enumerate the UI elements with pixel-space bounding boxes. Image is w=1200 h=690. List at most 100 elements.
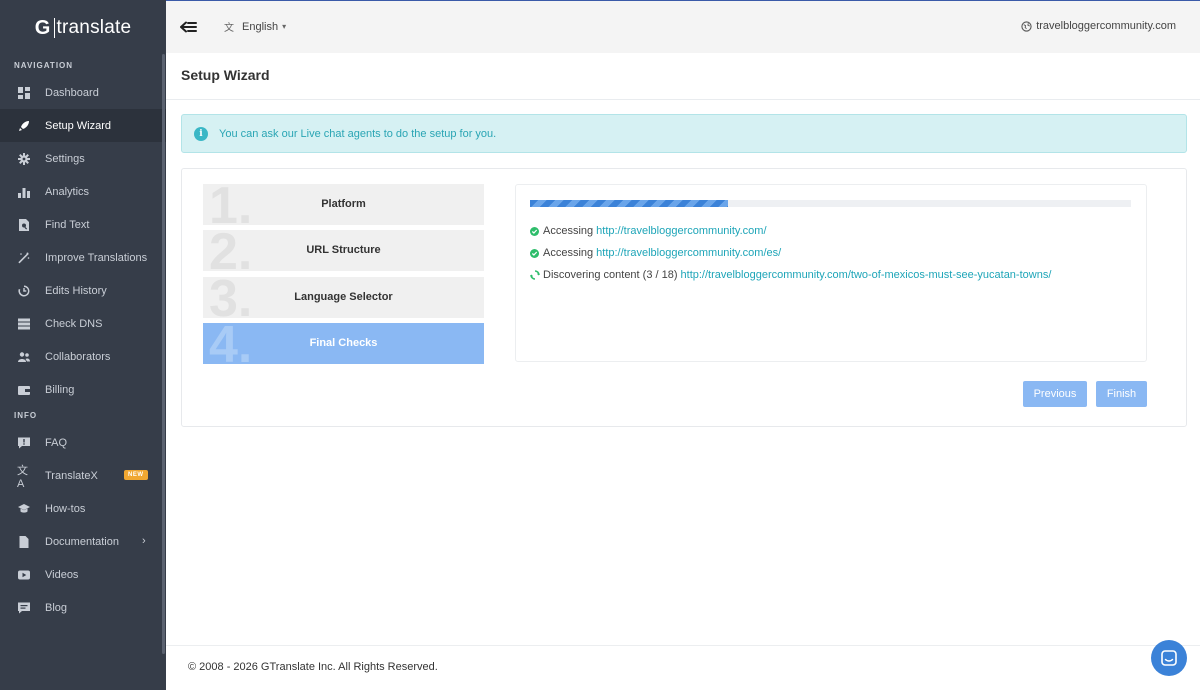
- progress-fill: [530, 200, 729, 207]
- step-label: Final Checks: [309, 337, 378, 349]
- log-line: Discovering content (3 / 18) http://trav…: [530, 269, 1051, 281]
- sidebar-item-label: Documentation: [45, 535, 119, 548]
- progress-bar: [530, 200, 1131, 207]
- bar-chart-icon: [17, 185, 31, 199]
- site-selector[interactable]: travelbloggercommunity.com: [1021, 20, 1176, 32]
- sidebar-item-label: Improve Translations: [45, 251, 148, 264]
- step-label: Platform: [321, 198, 366, 210]
- dashboard-icon: [17, 86, 31, 100]
- sidebar-item-analytics[interactable]: Analytics: [0, 175, 166, 208]
- sidebar-item-label: Billing: [45, 383, 75, 396]
- sidebar-item-label: Videos: [45, 568, 79, 581]
- log-text: Accessing: [543, 225, 594, 237]
- gear-icon: [17, 152, 31, 166]
- footer-copyright: © 2008 - 2026 GTranslate Inc. All Rights…: [188, 661, 438, 673]
- check-circle-icon: [530, 248, 539, 258]
- chevron-right-icon[interactable]: ›: [142, 535, 146, 547]
- sidebar-item-improve-translations[interactable]: Improve Translations: [0, 241, 166, 274]
- chat-icon: [1161, 650, 1177, 666]
- sidebar-item-label: Check DNS: [45, 317, 103, 330]
- logo-g: G: [34, 16, 51, 39]
- brand-logo[interactable]: Gtranslate: [0, 0, 166, 56]
- sidebar-item-edits-history[interactable]: Edits History: [0, 274, 166, 307]
- log-link[interactable]: http://travelbloggercommunity.com/es/: [596, 247, 781, 259]
- sidebar-scrollbar[interactable]: [162, 54, 165, 654]
- finish-button[interactable]: Finish: [1096, 381, 1147, 407]
- sidebar-item-collaborators[interactable]: Collaborators: [0, 340, 166, 373]
- sidebar-item-faq[interactable]: FAQ: [0, 426, 166, 459]
- sidebar-item-label: FAQ: [45, 436, 68, 449]
- sidebar-item-videos[interactable]: Videos: [0, 558, 166, 591]
- sidebar-item-find-text[interactable]: Find Text: [0, 208, 166, 241]
- previous-button[interactable]: Previous: [1023, 381, 1087, 407]
- sidebar-item-label: Analytics: [45, 185, 90, 198]
- sidebar-item-how-tos[interactable]: How-tos: [0, 492, 166, 525]
- sidebar-item-label: TranslateX: [45, 469, 98, 482]
- log-text: Accessing: [543, 247, 594, 259]
- step-label: Language Selector: [294, 291, 393, 303]
- new-badge: NEW: [124, 470, 148, 480]
- info-section-label: INFO: [14, 411, 38, 420]
- caret-down-icon: ▾: [282, 22, 287, 31]
- progress-panel: Accessing http://travelbloggercommunity.…: [515, 184, 1147, 362]
- wizard-step-final-checks[interactable]: 4. Final Checks: [203, 323, 484, 364]
- alert-text: You can ask our Live chat agents to do t…: [219, 127, 497, 140]
- footer-divider: [166, 645, 1200, 646]
- sidebar-item-label: Settings: [45, 152, 85, 165]
- search-doc-icon: [17, 218, 31, 232]
- logo-divider: [53, 18, 55, 38]
- translate-icon: 文A: [17, 464, 28, 490]
- sidebar-item-label: Edits History: [45, 284, 107, 297]
- spinner-icon: [530, 270, 540, 280]
- server-icon: [17, 317, 31, 331]
- info-alert: i You can ask our Live chat agents to do…: [181, 114, 1187, 153]
- play-icon: [17, 568, 31, 582]
- sidebar: Gtranslate NAVIGATION Dashboard Setup Wi…: [0, 0, 166, 690]
- sidebar-item-translatex[interactable]: 文A TranslateX NEW: [0, 459, 166, 492]
- wizard-step-url-structure[interactable]: 2. URL Structure: [203, 230, 484, 271]
- nav-section-label: NAVIGATION: [14, 61, 74, 70]
- step-label: URL Structure: [306, 244, 381, 256]
- sidebar-item-label: Setup Wizard: [45, 119, 112, 132]
- wizard-card: 1. Platform 2. URL Structure 3. Language…: [181, 168, 1187, 427]
- sidebar-item-label: Dashboard: [45, 86, 99, 99]
- language-selector[interactable]: 文 English ▾: [224, 19, 287, 35]
- history-icon: [17, 284, 31, 298]
- comment-question-icon: [17, 436, 31, 450]
- sidebar-item-label: Collaborators: [45, 350, 111, 363]
- sidebar-item-label: Find Text: [45, 218, 90, 231]
- users-icon: [17, 350, 31, 364]
- top-bar: 文 English ▾ travelbloggercommunity.com: [166, 0, 1200, 53]
- site-domain: travelbloggercommunity.com: [1036, 20, 1176, 32]
- language-icon: 文: [224, 23, 234, 34]
- page-title: Setup Wizard: [181, 67, 270, 83]
- sidebar-item-label: Blog: [45, 601, 68, 614]
- log-link[interactable]: http://travelbloggercommunity.com/: [596, 225, 766, 237]
- log-text: Discovering content (3 / 18): [543, 269, 678, 281]
- live-chat-button[interactable]: [1151, 640, 1187, 676]
- sidebar-item-setup-wizard[interactable]: Setup Wizard: [0, 109, 166, 142]
- check-circle-icon: [530, 226, 539, 236]
- sidebar-item-documentation[interactable]: Documentation ›: [0, 525, 166, 558]
- language-label: English: [242, 20, 279, 33]
- sidebar-item-billing[interactable]: Billing: [0, 373, 166, 406]
- sidebar-item-blog[interactable]: Blog: [0, 591, 166, 624]
- log-line: Accessing http://travelbloggercommunity.…: [530, 225, 767, 237]
- sidebar-item-check-dns[interactable]: Check DNS: [0, 307, 166, 340]
- document-icon: [17, 535, 31, 549]
- logo-text: translate: [56, 17, 132, 38]
- log-line: Accessing http://travelbloggercommunity.…: [530, 247, 781, 259]
- info-icon: i: [194, 126, 208, 141]
- wizard-step-language-selector[interactable]: 3. Language Selector: [203, 277, 484, 318]
- wizard-step-platform[interactable]: 1. Platform: [203, 184, 484, 225]
- sidebar-item-dashboard[interactable]: Dashboard: [0, 76, 166, 109]
- chat-lines-icon: [17, 601, 31, 615]
- magic-wand-icon: [17, 251, 31, 265]
- title-divider: [166, 99, 1200, 100]
- log-link[interactable]: http://travelbloggercommunity.com/two-of…: [681, 269, 1052, 281]
- sidebar-item-settings[interactable]: Settings: [0, 142, 166, 175]
- globe-icon: [1021, 20, 1032, 32]
- wallet-icon: [17, 383, 31, 397]
- collapse-menu-icon[interactable]: [180, 18, 198, 36]
- graduation-cap-icon: [17, 502, 31, 516]
